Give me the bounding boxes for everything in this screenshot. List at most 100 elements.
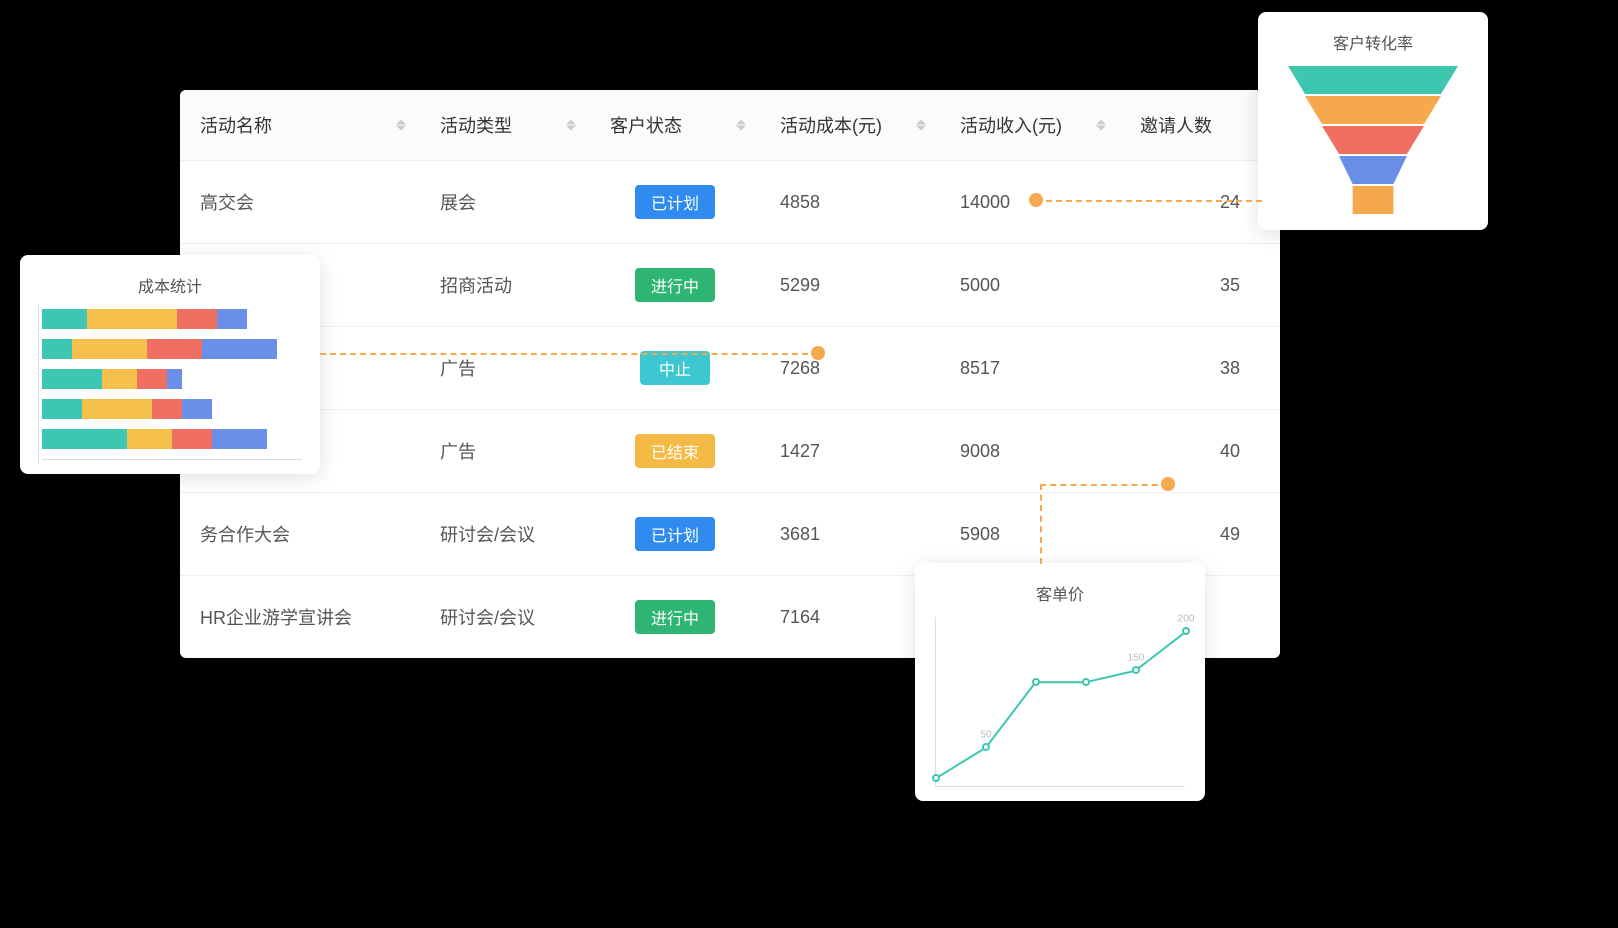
cell-cost: 7268 [760,327,940,410]
unit-price-title: 客单价 [933,581,1187,605]
table-header-row: 活动名称 活动类型 客户状态 活动成本(元) 活动收入(元) [180,90,1280,161]
header-income-label: 活动收入(元) [960,116,1062,136]
connector-dot-icon [811,346,825,360]
table-row[interactable]: 招商活动招商活动进行中5299500035 [180,244,1280,327]
connector-line [1036,200,1262,202]
bar-segment [167,369,182,389]
table-row[interactable]: 告推广广告已结束1427900840 [180,410,1280,493]
cell-invite: 24 [1120,161,1280,244]
sort-icon[interactable] [916,120,926,131]
cost-stats-title: 成本统计 [38,273,302,297]
line-point [1182,627,1190,635]
bar-segment [82,399,152,419]
line-point [1032,678,1040,686]
funnel-segment [1288,96,1458,124]
cell-type: 广告 [420,410,590,493]
cell-status: 已计划 [590,161,760,244]
bar-segment [102,369,137,389]
stacked-bar-row [42,429,302,449]
cell-status: 中止 [590,327,760,410]
cell-income: 5000 [940,244,1120,327]
cell-status: 已计划 [590,493,760,576]
line-point [932,774,940,782]
bar-segment [42,429,127,449]
header-cost-label: 活动成本(元) [780,116,882,136]
cell-cost: 1427 [760,410,940,493]
unit-price-popover: 客单价 50 150 200 [915,563,1205,801]
header-type[interactable]: 活动类型 [420,90,590,161]
cell-type: 展会 [420,161,590,244]
cell-income: 8517 [940,327,1120,410]
header-type-label: 活动类型 [440,116,512,136]
cell-cost: 7164 [760,576,940,659]
bar-segment [127,429,172,449]
unit-price-line-chart: 50150200 [935,617,1185,787]
connector-line [320,353,818,355]
funnel-segment [1288,186,1458,214]
conversion-funnel-title: 客户转化率 [1276,30,1470,54]
cell-name: 高交会 [180,161,420,244]
status-badge: 进行中 [635,600,715,634]
line-point [1082,678,1090,686]
funnel-segment [1288,156,1458,184]
bar-segment [172,429,212,449]
connector-dot-icon [1029,193,1043,207]
stacked-bar-row [42,369,302,389]
bar-segment [42,339,72,359]
status-badge: 已结束 [635,434,715,468]
header-cost[interactable]: 活动成本(元) [760,90,940,161]
header-status[interactable]: 客户状态 [590,90,760,161]
cell-cost: 3681 [760,493,940,576]
funnel-chart [1288,66,1458,214]
header-income[interactable]: 活动收入(元) [940,90,1120,161]
cell-cost: 4858 [760,161,940,244]
bar-segment [87,309,177,329]
bar-segment [42,399,82,419]
cell-status: 已结束 [590,410,760,493]
sort-icon[interactable] [736,120,746,131]
sort-icon[interactable] [396,120,406,131]
bar-segment [42,309,87,329]
bar-segment [177,309,217,329]
bar-segment [72,339,147,359]
table-row[interactable]: 高交会展会已计划48581400024 [180,161,1280,244]
sort-icon[interactable] [1096,120,1106,131]
bar-segment [137,369,167,389]
cell-invite: 35 [1120,244,1280,327]
conversion-funnel-popover: 客户转化率 [1258,12,1488,230]
bar-segment [202,339,277,359]
bar-segment [152,399,182,419]
connector-line [1040,484,1042,564]
line-point-label: 200 [1178,614,1195,625]
cell-type: 研讨会/会议 [420,493,590,576]
cell-name: 务合作大会 [180,493,420,576]
cell-invite: 40 [1120,410,1280,493]
connector-line [1040,484,1168,486]
stacked-bar-row [42,399,302,419]
bar-segment [147,339,202,359]
table-row[interactable]: 广告 中止 7268851738 [180,327,1280,410]
cell-name: HR企业游学宣讲会 [180,576,420,659]
header-invite[interactable]: 邀请人数 [1120,90,1280,161]
status-badge: 进行中 [635,268,715,302]
stacked-bar-row [42,309,302,329]
bar-segment [182,399,212,419]
cell-income: 9008 [940,410,1120,493]
bar-segment [212,429,267,449]
cell-cost: 5299 [760,244,940,327]
status-badge: 已计划 [635,517,715,551]
header-name[interactable]: 活动名称 [180,90,420,161]
status-badge: 中止 [640,351,710,385]
cost-stats-popover: 成本统计 [20,255,320,474]
funnel-segment [1288,66,1458,94]
cell-type: 广告 [420,327,590,410]
cell-status: 进行中 [590,576,760,659]
line-point-label: 150 [1128,653,1145,664]
line-point-label: 50 [980,730,991,741]
line-point [982,743,990,751]
connector-dot-icon [1161,477,1175,491]
sort-icon[interactable] [566,120,576,131]
stacked-bar-row [42,339,302,359]
cell-type: 研讨会/会议 [420,576,590,659]
cell-invite: 38 [1120,327,1280,410]
